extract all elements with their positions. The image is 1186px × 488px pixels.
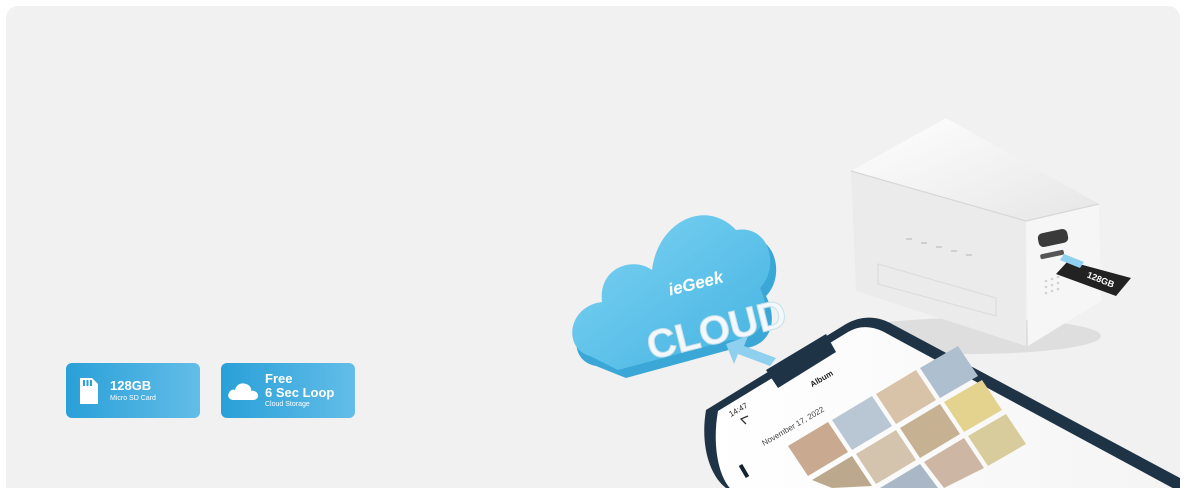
- sd-badge-title: 128GB: [110, 378, 152, 393]
- camera-base-station: [841, 118, 1101, 354]
- cloud-badge-title-1: Free: [265, 371, 293, 387]
- hero-banner: 128GB ieGeek CLOUD 14:47 Album November …: [6, 6, 1180, 488]
- cloud-badge-title-2: 6 Sec Loop: [265, 384, 335, 400]
- sd-card-badge: 128GB Micro SD Card: [66, 363, 200, 418]
- sd-card-icon: [66, 377, 110, 405]
- cloud-storage-badge: Free 6 Sec Loop Cloud Storage: [221, 363, 355, 418]
- cloud-badge-subtitle: Cloud Storage: [265, 401, 310, 409]
- sd-badge-subtitle: Micro SD Card: [110, 394, 156, 402]
- cloud-icon: [221, 380, 265, 402]
